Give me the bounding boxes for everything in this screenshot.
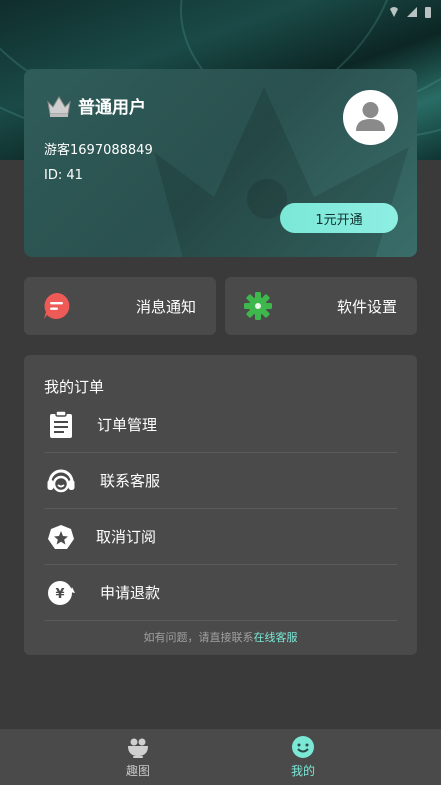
status-bar bbox=[389, 4, 431, 20]
help-note-text: 如有问题，请直接联系 bbox=[143, 631, 254, 644]
contact-support-label: 联系客服 bbox=[100, 472, 161, 490]
settings-button[interactable]: 软件设置 bbox=[225, 277, 417, 335]
tab-mine[interactable]: 我的 bbox=[273, 735, 333, 781]
bowl-icon bbox=[128, 738, 148, 758]
online-support-link[interactable]: 在线客服 bbox=[254, 631, 298, 644]
request-refund-item[interactable]: ¥ 申请退款 bbox=[44, 565, 397, 621]
membership-card: 普通用户 游客1697088849 ID: 41 1元开通 bbox=[24, 69, 417, 257]
user-id: ID: 41 bbox=[44, 168, 83, 183]
membership-title-row: 普通用户 bbox=[46, 93, 146, 118]
membership-level: 普通用户 bbox=[78, 98, 146, 118]
help-note: 如有问题，请直接联系在线客服 bbox=[24, 629, 417, 645]
tab-fun-images-label: 趣图 bbox=[125, 764, 150, 778]
cancel-subscription-label: 取消订阅 bbox=[96, 528, 157, 546]
bottom-tab-bar: 趣图 我的 bbox=[0, 729, 441, 785]
tab-fun-images[interactable]: 趣图 bbox=[108, 735, 168, 781]
settings-label: 软件设置 bbox=[336, 298, 397, 316]
crown-icon bbox=[47, 95, 71, 117]
wifi-icon bbox=[389, 7, 399, 17]
smiley-icon bbox=[292, 736, 314, 758]
user-avatar-icon bbox=[356, 102, 385, 131]
orders-heading: 我的订单 bbox=[44, 378, 105, 396]
message-icon bbox=[44, 293, 70, 319]
star-badge-icon bbox=[48, 525, 74, 549]
open-membership-button[interactable]: 1元开通 bbox=[280, 203, 398, 233]
contact-support-item[interactable]: 联系客服 bbox=[44, 453, 397, 509]
clipboard-icon bbox=[50, 410, 72, 438]
tab-mine-label: 我的 bbox=[290, 764, 315, 778]
order-management-item[interactable]: 订单管理 bbox=[44, 397, 397, 453]
notifications-button[interactable]: 消息通知 bbox=[24, 277, 216, 335]
guest-name: 游客1697088849 bbox=[44, 143, 153, 158]
avatar[interactable] bbox=[343, 90, 398, 145]
battery-icon bbox=[425, 6, 431, 18]
orders-panel: 我的订单 订单管理 联系客服 取消订阅 ¥ 申请退款 如有问题，请直接联系在线客… bbox=[24, 355, 417, 655]
signal-icon bbox=[407, 7, 417, 17]
request-refund-label: 申请退款 bbox=[100, 584, 161, 602]
svg-text:¥: ¥ bbox=[55, 587, 64, 602]
headset-icon bbox=[47, 469, 75, 493]
cancel-subscription-item[interactable]: 取消订阅 bbox=[44, 509, 397, 565]
yen-refund-icon: ¥ bbox=[48, 581, 75, 605]
order-management-label: 订单管理 bbox=[97, 416, 158, 434]
gear-icon bbox=[244, 292, 272, 320]
notifications-label: 消息通知 bbox=[135, 298, 196, 316]
